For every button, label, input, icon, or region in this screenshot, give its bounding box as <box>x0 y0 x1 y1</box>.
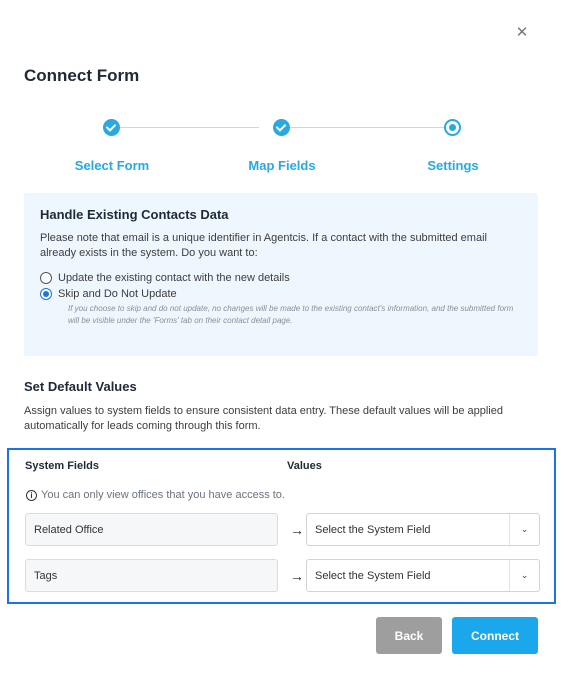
step-map-fields[interactable]: Map Fields <box>222 158 342 173</box>
step-connector <box>290 127 444 128</box>
existing-contacts-description: Please note that email is a unique ident… <box>40 232 487 259</box>
select-value: Select the System Field <box>315 569 431 582</box>
close-icon: ✕ <box>515 24 529 41</box>
connect-button[interactable]: Connect <box>452 617 538 654</box>
radio-skip-update[interactable]: Skip and Do Not Update <box>40 286 522 302</box>
stepper: Select Form Map Fields Settings <box>24 114 536 174</box>
field-related-office: Related Office <box>25 513 278 546</box>
column-header-values: Values <box>287 460 322 472</box>
chevron-down-icon[interactable]: ⌄ <box>509 560 539 591</box>
modal-title: Connect Form <box>24 66 140 85</box>
radio-update-existing[interactable]: Update the existing contact with the new… <box>40 270 522 286</box>
info-icon: i <box>26 489 37 501</box>
step-select-form[interactable]: Select Form <box>52 158 172 173</box>
radio-unchecked-icon[interactable] <box>40 272 52 284</box>
close-button[interactable]: ✕ <box>513 24 531 42</box>
step-complete-check-icon <box>273 119 290 136</box>
step-current-icon <box>444 119 461 136</box>
defaults-description: Assign values to system fields to ensure… <box>24 405 503 432</box>
arrow-right-icon: → <box>290 521 304 538</box>
arrow-right-icon: → <box>290 567 304 584</box>
office-access-note-text: You can only view offices that you have … <box>41 489 285 501</box>
existing-contacts-title: Handle Existing Contacts Data <box>40 207 229 222</box>
column-header-system-fields: System Fields <box>25 460 99 472</box>
office-access-note: i You can only view offices that you hav… <box>26 489 285 501</box>
chevron-down-icon[interactable]: ⌄ <box>509 514 539 545</box>
step-complete-check-icon <box>103 119 120 136</box>
radio-checked-icon[interactable] <box>40 288 52 300</box>
related-office-value-select[interactable]: Select the System Field ⌄ <box>306 513 540 546</box>
field-tags: Tags <box>25 559 278 592</box>
skip-note: If you choose to skip and do not update,… <box>68 304 514 325</box>
step-connector <box>120 127 259 128</box>
tags-value-select[interactable]: Select the System Field ⌄ <box>306 559 540 592</box>
select-value: Select the System Field <box>315 523 431 536</box>
radio-label: Update the existing contact with the new… <box>58 272 290 284</box>
radio-label: Skip and Do Not Update <box>58 288 177 300</box>
step-settings[interactable]: Settings <box>393 158 513 173</box>
existing-contacts-panel: Handle Existing Contacts Data Please not… <box>24 193 538 356</box>
defaults-title: Set Default Values <box>24 379 137 394</box>
back-button[interactable]: Back <box>376 617 442 654</box>
default-values-mapping: System Fields Values i You can only view… <box>7 448 556 604</box>
